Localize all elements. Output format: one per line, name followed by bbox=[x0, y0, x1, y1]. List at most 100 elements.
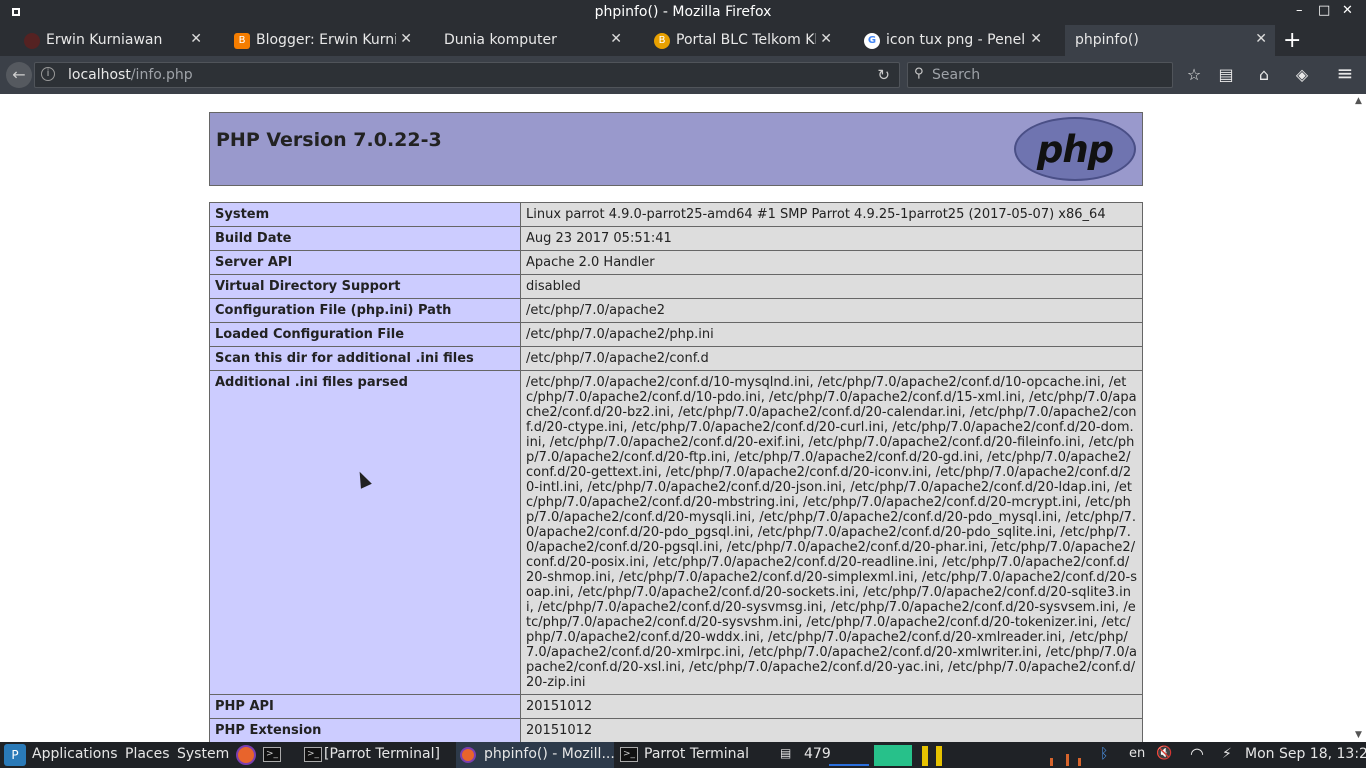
tab-label: Dunia komputer bbox=[444, 32, 557, 48]
search-bar[interactable]: ⚲ bbox=[907, 62, 1173, 88]
search-input[interactable] bbox=[932, 65, 1168, 85]
tab-google-search[interactable]: G icon tux png - Penelusuran Google ✕ bbox=[840, 25, 1050, 56]
memory-icon: ▤ bbox=[780, 746, 792, 760]
disk-graph-bar bbox=[922, 746, 928, 766]
bookmark-star-icon[interactable]: ☆ bbox=[1183, 65, 1205, 84]
row-label: Build Date bbox=[209, 226, 521, 251]
window-title: phpinfo() - Mozilla Firefox bbox=[594, 4, 772, 20]
tab-strip: Erwin Kurniawan ✕ B Blogger: Erwin Kurni… bbox=[0, 25, 1366, 56]
power-icon[interactable]: ⚡ bbox=[1222, 746, 1232, 762]
terminal-icon: >_ bbox=[304, 747, 322, 762]
row-label: System bbox=[209, 202, 521, 227]
url-text[interactable]: localhost/info.php bbox=[68, 67, 193, 83]
pocket-icon[interactable]: ◈ bbox=[1291, 65, 1313, 84]
terminal-icon: >_ bbox=[620, 747, 638, 762]
tab-close-icon[interactable]: ✕ bbox=[190, 31, 202, 47]
row-value: 20151012 bbox=[520, 694, 1143, 719]
tab-phpinfo[interactable]: phpinfo() ✕ bbox=[1065, 25, 1275, 56]
page-title: PHP Version 7.0.22-3 bbox=[216, 129, 442, 151]
table-row: PHP Extension 20151012 bbox=[209, 718, 1143, 742]
task-label: Parrot Terminal bbox=[644, 746, 750, 762]
tab-dunia-komputer[interactable]: Dunia komputer ✕ bbox=[420, 25, 630, 56]
scroll-up-icon[interactable]: ▲ bbox=[1355, 96, 1362, 106]
table-row: Scan this dir for additional .ini files /… bbox=[209, 346, 1143, 371]
task-label: phpinfo() - Mozill... bbox=[484, 746, 615, 762]
wifi-icon[interactable]: ◠ bbox=[1190, 744, 1204, 763]
disk-graph-bar bbox=[936, 746, 942, 766]
blogger-icon: B bbox=[234, 33, 250, 49]
taskbar: P Applications Places System >_ >_ [Parr… bbox=[0, 742, 1366, 768]
table-row: Configuration File (php.ini) Path/etc/ph… bbox=[209, 298, 1143, 323]
keyboard-layout[interactable]: en bbox=[1129, 746, 1145, 761]
row-label: PHP API bbox=[209, 694, 521, 719]
row-label: PHP Extension bbox=[209, 718, 521, 742]
vertical-scrollbar[interactable]: ▲ ▼ bbox=[1352, 94, 1366, 742]
task-label: [Parrot Terminal] bbox=[324, 746, 440, 762]
places-menu[interactable]: Places bbox=[125, 746, 170, 762]
table-row: Build Date Aug 23 2017 05:51:41 bbox=[209, 226, 1143, 251]
minimize-button[interactable]: – bbox=[1296, 3, 1303, 18]
applications-menu[interactable]: Applications bbox=[32, 746, 118, 762]
task-parrot-terminal-1[interactable]: >_ [Parrot Terminal] bbox=[296, 742, 452, 768]
parrot-logo-icon[interactable]: P bbox=[4, 744, 26, 766]
tab-close-icon[interactable]: ✕ bbox=[400, 31, 412, 47]
google-icon: G bbox=[864, 33, 880, 49]
clock[interactable]: Mon Sep 18, 13:20 bbox=[1245, 746, 1366, 762]
bluetooth-icon[interactable]: ᛒ bbox=[1100, 746, 1108, 762]
person-icon bbox=[24, 33, 40, 49]
page-content: PHP Version 7.0.22-3 php System Linux par… bbox=[0, 94, 1352, 742]
load-graph-bar bbox=[1066, 754, 1069, 766]
scroll-down-icon[interactable]: ▼ bbox=[1355, 730, 1362, 740]
tab-blogger[interactable]: B Blogger: Erwin Kurniawan ✕ bbox=[210, 25, 420, 56]
row-value: /etc/php/7.0/apache2/php.ini bbox=[520, 322, 1143, 347]
tab-portal-blc[interactable]: B Portal BLC Telkom Klaten ✕ bbox=[630, 25, 840, 56]
volume-muted-icon[interactable]: 🔇 bbox=[1156, 746, 1172, 761]
row-label: Virtual Directory Support bbox=[209, 274, 521, 299]
table-row: Loaded Configuration File/etc/php/7.0/ap… bbox=[209, 322, 1143, 347]
row-label: Server API bbox=[209, 250, 521, 275]
tab-erwin-kurniawan[interactable]: Erwin Kurniawan ✕ bbox=[0, 25, 210, 56]
new-tab-button[interactable]: + bbox=[1283, 28, 1301, 53]
load-graph-bar bbox=[1078, 758, 1081, 766]
tab-label: Erwin Kurniawan bbox=[46, 32, 163, 48]
row-value: Apache 2.0 Handler bbox=[520, 250, 1143, 275]
url-host: localhost bbox=[68, 67, 131, 83]
reader-list-icon[interactable]: ▤ bbox=[1215, 65, 1237, 84]
php-logo: php bbox=[1014, 117, 1136, 181]
php-logo-text: php bbox=[1036, 128, 1114, 171]
load-graph-bar bbox=[1050, 758, 1053, 766]
url-path: /info.php bbox=[130, 67, 193, 83]
search-icon: ⚲ bbox=[914, 66, 924, 81]
system-menu[interactable]: System bbox=[177, 746, 229, 762]
task-firefox[interactable]: phpinfo() - Mozill... bbox=[456, 742, 615, 768]
row-value: /etc/php/7.0/apache2 bbox=[520, 298, 1143, 323]
network-graph bbox=[829, 756, 869, 766]
table-row: Server API Apache 2.0 Handler bbox=[209, 250, 1143, 275]
row-label: Scan this dir for additional .ini files bbox=[209, 346, 521, 371]
home-icon[interactable]: ⌂ bbox=[1253, 65, 1275, 84]
close-window-button[interactable]: ✕ bbox=[1342, 3, 1353, 18]
url-bar[interactable]: i localhost/info.php ↻ bbox=[34, 62, 900, 88]
tab-close-icon[interactable]: ✕ bbox=[820, 31, 832, 47]
tab-close-icon[interactable]: ✕ bbox=[1255, 31, 1267, 47]
maximize-button[interactable]: □ bbox=[1318, 3, 1330, 18]
reload-icon[interactable]: ↻ bbox=[877, 66, 890, 84]
task-parrot-terminal-2[interactable]: >_ Parrot Terminal bbox=[616, 742, 776, 768]
row-value: disabled bbox=[520, 274, 1143, 299]
tab-close-icon[interactable]: ✕ bbox=[1030, 31, 1042, 47]
cpu-graph bbox=[874, 745, 912, 766]
firefox-launcher-icon[interactable] bbox=[236, 745, 256, 765]
table-row: PHP API 20151012 bbox=[209, 694, 1143, 719]
info-icon[interactable]: i bbox=[41, 67, 55, 81]
firefox-icon bbox=[460, 747, 476, 763]
terminal-launcher-icon[interactable]: >_ bbox=[263, 747, 281, 762]
navigation-toolbar: ← i localhost/info.php ↻ ⚲ ☆ ▤ ⌂ ◈ ≡ bbox=[0, 56, 1366, 94]
tab-label: icon tux png - Penelusuran Google bbox=[886, 32, 1026, 48]
tab-close-icon[interactable]: ✕ bbox=[610, 31, 622, 47]
php-header: PHP Version 7.0.22-3 php bbox=[209, 112, 1143, 186]
back-button[interactable]: ← bbox=[6, 62, 32, 88]
hamburger-menu-icon[interactable]: ≡ bbox=[1334, 61, 1356, 85]
row-label: Loaded Configuration File bbox=[209, 322, 521, 347]
tab-label: Portal BLC Telkom Klaten bbox=[676, 32, 816, 48]
table-row: Additional .ini files parsed/etc/php/7.0… bbox=[209, 370, 1143, 695]
